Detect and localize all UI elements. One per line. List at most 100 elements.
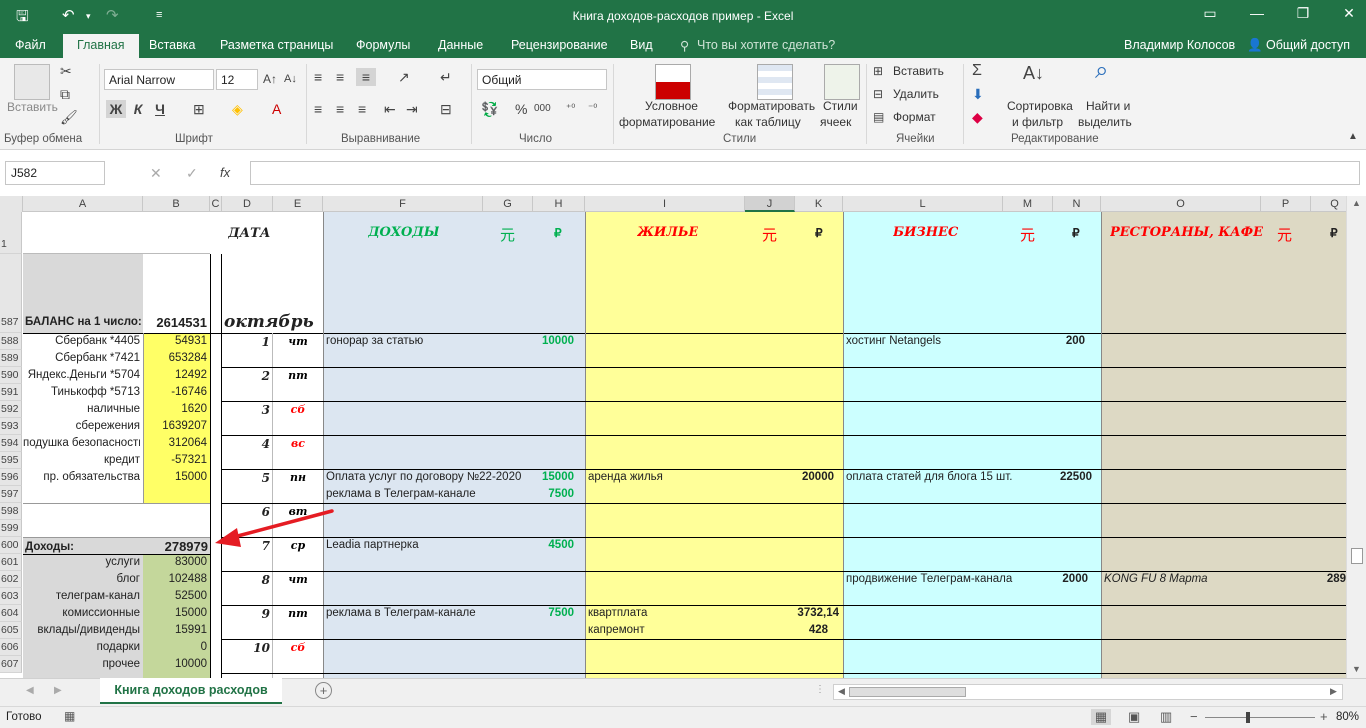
name-box[interactable]: J582 — [5, 161, 105, 185]
insert-cells-button[interactable]: Вставить — [893, 64, 944, 78]
find-select-icon[interactable]: ⌕ — [1095, 59, 1108, 83]
format-cells-button[interactable]: Формат — [893, 110, 936, 124]
row-header[interactable]: 593 — [0, 418, 22, 435]
macro-record-icon[interactable]: ▦ — [64, 709, 75, 723]
ribbon-display-icon[interactable]: ▭ — [1195, 5, 1225, 22]
percent-button[interactable]: % — [515, 100, 527, 118]
column-header-d[interactable]: D — [222, 196, 273, 212]
increase-decimal-icon[interactable]: ⁺⁰ — [566, 100, 575, 118]
row-header[interactable]: 607 — [0, 656, 22, 673]
close-icon[interactable]: ✕ — [1334, 5, 1364, 22]
italic-button[interactable]: К — [129, 100, 147, 118]
prev-sheet-icon[interactable]: ◀ — [26, 685, 34, 696]
insert-function-button[interactable]: fx — [220, 164, 230, 182]
align-right-icon[interactable]: ≡ — [358, 100, 366, 118]
scroll-down-icon[interactable]: ▼ — [1352, 664, 1361, 674]
scroll-up-icon[interactable]: ▲ — [1352, 198, 1361, 208]
grow-font-icon[interactable]: A↑ — [263, 70, 277, 88]
column-header-h[interactable]: H — [533, 196, 585, 212]
share-icon[interactable]: 👤 — [1247, 38, 1263, 53]
borders-icon[interactable]: ⊞ — [193, 100, 205, 118]
next-sheet-icon[interactable]: ▶ — [54, 685, 62, 696]
format-as-table-label-2[interactable]: как таблицу — [735, 115, 801, 129]
decrease-indent-icon[interactable]: ⇤ — [384, 100, 396, 118]
bold-button[interactable]: Ж — [106, 100, 126, 118]
tab-formulas[interactable]: Формулы — [356, 38, 410, 52]
column-header-a[interactable]: A — [23, 196, 143, 212]
row-header[interactable]: 604 — [0, 605, 22, 622]
align-middle-icon[interactable]: ≡ — [336, 68, 344, 86]
user-name[interactable]: Владимир Колосов — [1124, 38, 1235, 52]
row-header[interactable]: 590 — [0, 367, 22, 384]
tab-view[interactable]: Вид — [630, 38, 653, 52]
row-header[interactable]: 596 — [0, 469, 22, 486]
row-header[interactable]: 1 — [0, 212, 22, 254]
row-header[interactable]: 603 — [0, 588, 22, 605]
row-header[interactable]: 599 — [0, 520, 22, 537]
row-header[interactable]: 594 — [0, 435, 22, 452]
normal-view-icon[interactable]: ▦ — [1091, 709, 1111, 725]
tab-review[interactable]: Рецензирование — [511, 38, 608, 52]
tell-me-input[interactable]: Что вы хотите сделать? — [697, 38, 835, 52]
insert-cells-icon[interactable]: ⊞ — [873, 62, 883, 80]
align-center-icon[interactable]: ≡ — [336, 100, 344, 118]
tab-file[interactable]: Файл — [15, 38, 46, 52]
sheet-tabs-splitter-icon[interactable]: ⋮ — [815, 684, 825, 695]
restore-icon[interactable]: ❐ — [1288, 5, 1318, 22]
delete-cells-button[interactable]: Удалить — [893, 87, 939, 101]
cut-icon[interactable]: ✂ — [60, 62, 72, 80]
format-cells-icon[interactable]: ▤ — [873, 108, 884, 126]
tab-data[interactable]: Данные — [438, 38, 483, 52]
add-sheet-icon[interactable]: + — [315, 682, 332, 699]
column-header-k[interactable]: K — [795, 196, 843, 212]
zoom-in-icon[interactable]: + — [1320, 709, 1328, 724]
fill-color-icon[interactable]: ◈ — [232, 100, 243, 118]
orientation-icon[interactable]: ↗ — [398, 68, 410, 86]
shrink-font-icon[interactable]: A↓ — [284, 70, 297, 88]
column-header-q[interactable]: Q — [1311, 196, 1346, 212]
conditional-formatting-icon[interactable] — [655, 64, 691, 100]
merge-center-icon[interactable]: ⊟ — [440, 100, 452, 118]
sort-filter-icon[interactable]: A↓ — [1023, 64, 1044, 82]
column-header-l[interactable]: L — [843, 196, 1003, 212]
align-bottom-icon[interactable]: ≡ — [356, 68, 376, 86]
decrease-decimal-icon[interactable]: ⁻⁰ — [588, 100, 597, 118]
column-header-p[interactable]: P — [1261, 196, 1311, 212]
tab-home[interactable]: Главная — [63, 34, 139, 58]
copy-icon[interactable]: ⧉ — [60, 85, 70, 103]
underline-button[interactable]: Ч — [151, 100, 169, 118]
align-top-icon[interactable]: ≡ — [314, 68, 322, 86]
row-header[interactable]: 587 — [0, 254, 22, 333]
scroll-left-icon[interactable]: ◀ — [838, 686, 845, 697]
column-header-m[interactable]: M — [1003, 196, 1053, 212]
font-name-select[interactable]: Arial Narrow — [104, 69, 214, 90]
horizontal-scrollbar[interactable]: ◀ ▶ — [833, 684, 1343, 700]
row-header[interactable]: 605 — [0, 622, 22, 639]
sort-filter-label-2[interactable]: и фильтр — [1012, 115, 1063, 129]
sort-filter-label-1[interactable]: Сортировка — [1007, 99, 1073, 113]
tab-page-layout[interactable]: Разметка страницы — [220, 38, 333, 52]
conditional-formatting-label-1[interactable]: Условное — [645, 99, 698, 113]
row-header[interactable]: 589 — [0, 350, 22, 367]
number-format-select[interactable]: Общий — [477, 69, 607, 90]
paste-icon[interactable] — [14, 64, 50, 100]
select-all-corner[interactable] — [0, 196, 23, 212]
column-header-b[interactable]: B — [143, 196, 210, 212]
cell-styles-label-2[interactable]: ячеек — [820, 115, 851, 129]
zoom-slider-thumb[interactable] — [1246, 712, 1250, 723]
format-as-table-icon[interactable] — [757, 64, 793, 100]
minimize-icon[interactable]: — — [1242, 5, 1272, 21]
formula-input[interactable] — [250, 161, 1360, 185]
clear-icon[interactable]: ◆ — [972, 108, 983, 126]
row-header[interactable]: 592 — [0, 401, 22, 418]
scroll-right-icon[interactable]: ▶ — [1330, 686, 1337, 697]
zoom-level[interactable]: 80% — [1336, 711, 1359, 723]
row-header[interactable]: 606 — [0, 639, 22, 656]
zoom-slider[interactable] — [1205, 717, 1315, 718]
paste-button[interactable]: Вставить — [7, 100, 58, 114]
zoom-out-icon[interactable]: − — [1190, 709, 1198, 724]
thousands-button[interactable]: 000 — [534, 100, 551, 118]
column-header-j[interactable]: J — [745, 196, 795, 212]
conditional-formatting-label-2[interactable]: форматирование — [619, 115, 715, 129]
column-header-n[interactable]: N — [1053, 196, 1101, 212]
